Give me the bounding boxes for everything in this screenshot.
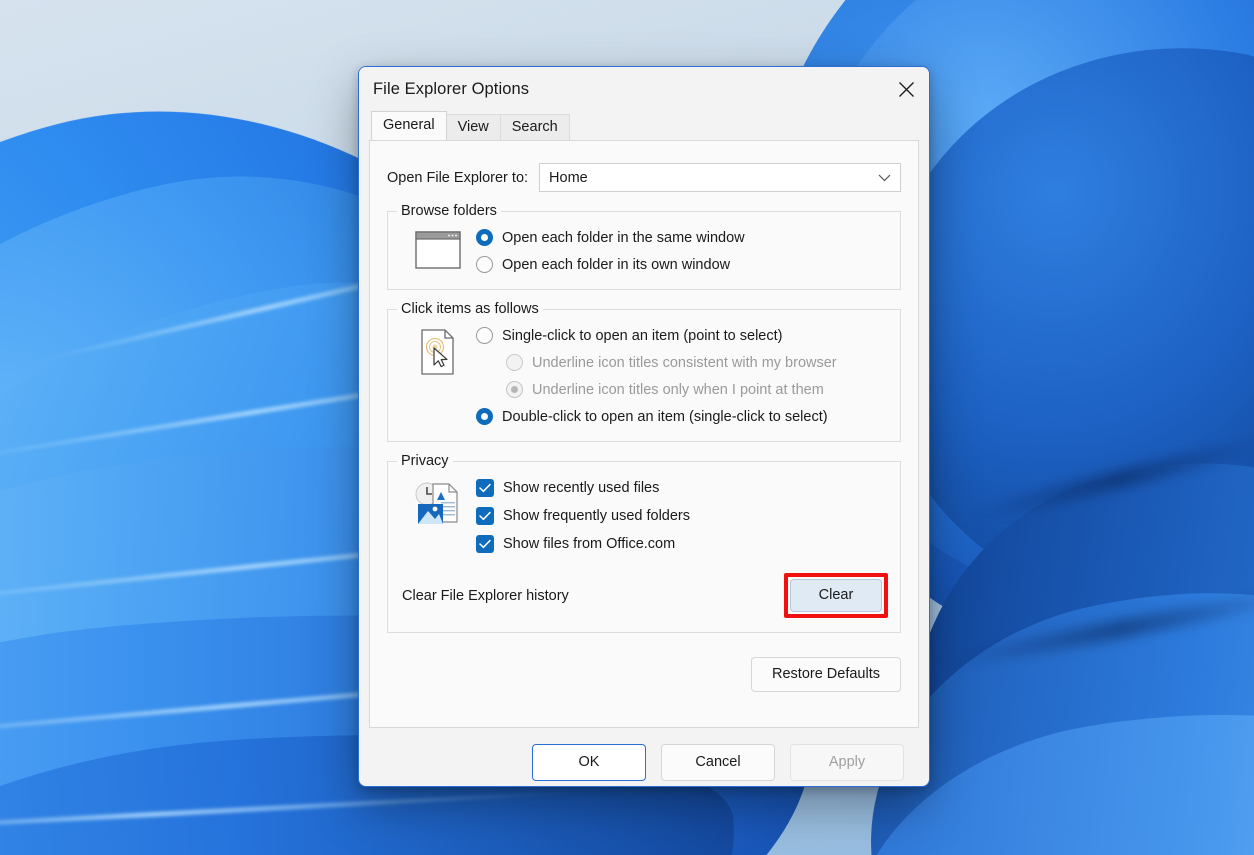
clear-history-label: Clear File Explorer history [402, 587, 569, 604]
checkbox-indicator [476, 535, 494, 553]
radio-indicator [476, 408, 493, 425]
document-cursor-icon [400, 324, 476, 427]
radio-label: Open each folder in the same window [502, 229, 745, 246]
clear-history-row: Clear File Explorer history Clear [400, 573, 888, 618]
tab-search[interactable]: Search [499, 114, 570, 141]
checkbox-show-recent-files[interactable]: Show recently used files [476, 479, 888, 497]
checkbox-show-frequent-folders[interactable]: Show frequently used folders [476, 507, 888, 525]
dialog-title: File Explorer Options [373, 80, 530, 98]
checkbox-show-office-files[interactable]: Show files from Office.com [476, 535, 888, 553]
open-file-explorer-row: Open File Explorer to: Home [387, 141, 901, 192]
radio-label: Underline icon titles consistent with my… [532, 354, 837, 371]
radio-label: Open each folder in its own window [502, 256, 731, 273]
radio-underline-on-point: Underline icon titles only when I point … [506, 381, 888, 398]
dialog-titlebar: File Explorer Options [359, 67, 929, 112]
radio-indicator [506, 354, 523, 371]
clear-button[interactable]: Clear [790, 579, 882, 612]
clear-button-highlight: Clear [784, 573, 888, 618]
privacy-group: Privacy Show recently used files Show fr… [387, 453, 901, 633]
restore-defaults-button[interactable]: Restore Defaults [751, 657, 901, 692]
window-icon [400, 226, 476, 275]
restore-defaults-row: Restore Defaults [387, 657, 901, 692]
click-items-group: Click items as follows Single-click to o… [387, 301, 901, 442]
open-file-explorer-dropdown[interactable]: Home [539, 163, 901, 192]
tab-general[interactable]: General [371, 111, 447, 140]
dialog-footer: OK Cancel Apply [359, 728, 929, 781]
cancel-button[interactable]: Cancel [661, 744, 775, 781]
checkbox-label: Show frequently used folders [503, 508, 690, 524]
ok-button[interactable]: OK [532, 744, 646, 781]
radio-label: Underline icon titles only when I point … [532, 381, 824, 398]
checkbox-label: Show files from Office.com [503, 536, 676, 552]
radio-open-same-window[interactable]: Open each folder in the same window [476, 229, 888, 246]
checkbox-indicator [476, 507, 494, 525]
file-explorer-options-dialog: File Explorer Options General View Searc… [358, 66, 930, 787]
radio-indicator [476, 327, 493, 344]
browse-folders-legend: Browse folders [397, 203, 501, 219]
general-tab-panel: Open File Explorer to: Home Browse folde… [369, 140, 919, 728]
radio-indicator [506, 381, 523, 398]
privacy-legend: Privacy [397, 453, 453, 469]
desktop-wallpaper: File Explorer Options General View Searc… [0, 0, 1254, 855]
tab-strip: General View Search [359, 111, 929, 141]
radio-label: Single-click to open an item (point to s… [502, 327, 783, 344]
chevron-down-icon [878, 170, 891, 186]
apply-button: Apply [790, 744, 904, 781]
click-items-legend: Click items as follows [397, 301, 543, 317]
checkbox-indicator [476, 479, 494, 497]
radio-single-click[interactable]: Single-click to open an item (point to s… [476, 327, 888, 344]
recent-files-icon [400, 476, 476, 555]
browse-folders-group: Browse folders Open each folder in the s… [387, 203, 901, 290]
radio-underline-consistent: Underline icon titles consistent with my… [506, 354, 888, 371]
tab-view[interactable]: View [445, 114, 501, 141]
radio-indicator [476, 229, 493, 246]
radio-indicator [476, 256, 493, 273]
radio-open-own-window[interactable]: Open each folder in its own window [476, 256, 888, 273]
checkbox-label: Show recently used files [503, 480, 660, 496]
radio-label: Double-click to open an item (single-cli… [502, 408, 828, 425]
radio-double-click[interactable]: Double-click to open an item (single-cli… [476, 408, 888, 425]
open-file-explorer-value: Home [549, 169, 588, 186]
close-icon[interactable] [883, 67, 929, 111]
open-file-explorer-label: Open File Explorer to: [387, 169, 529, 186]
